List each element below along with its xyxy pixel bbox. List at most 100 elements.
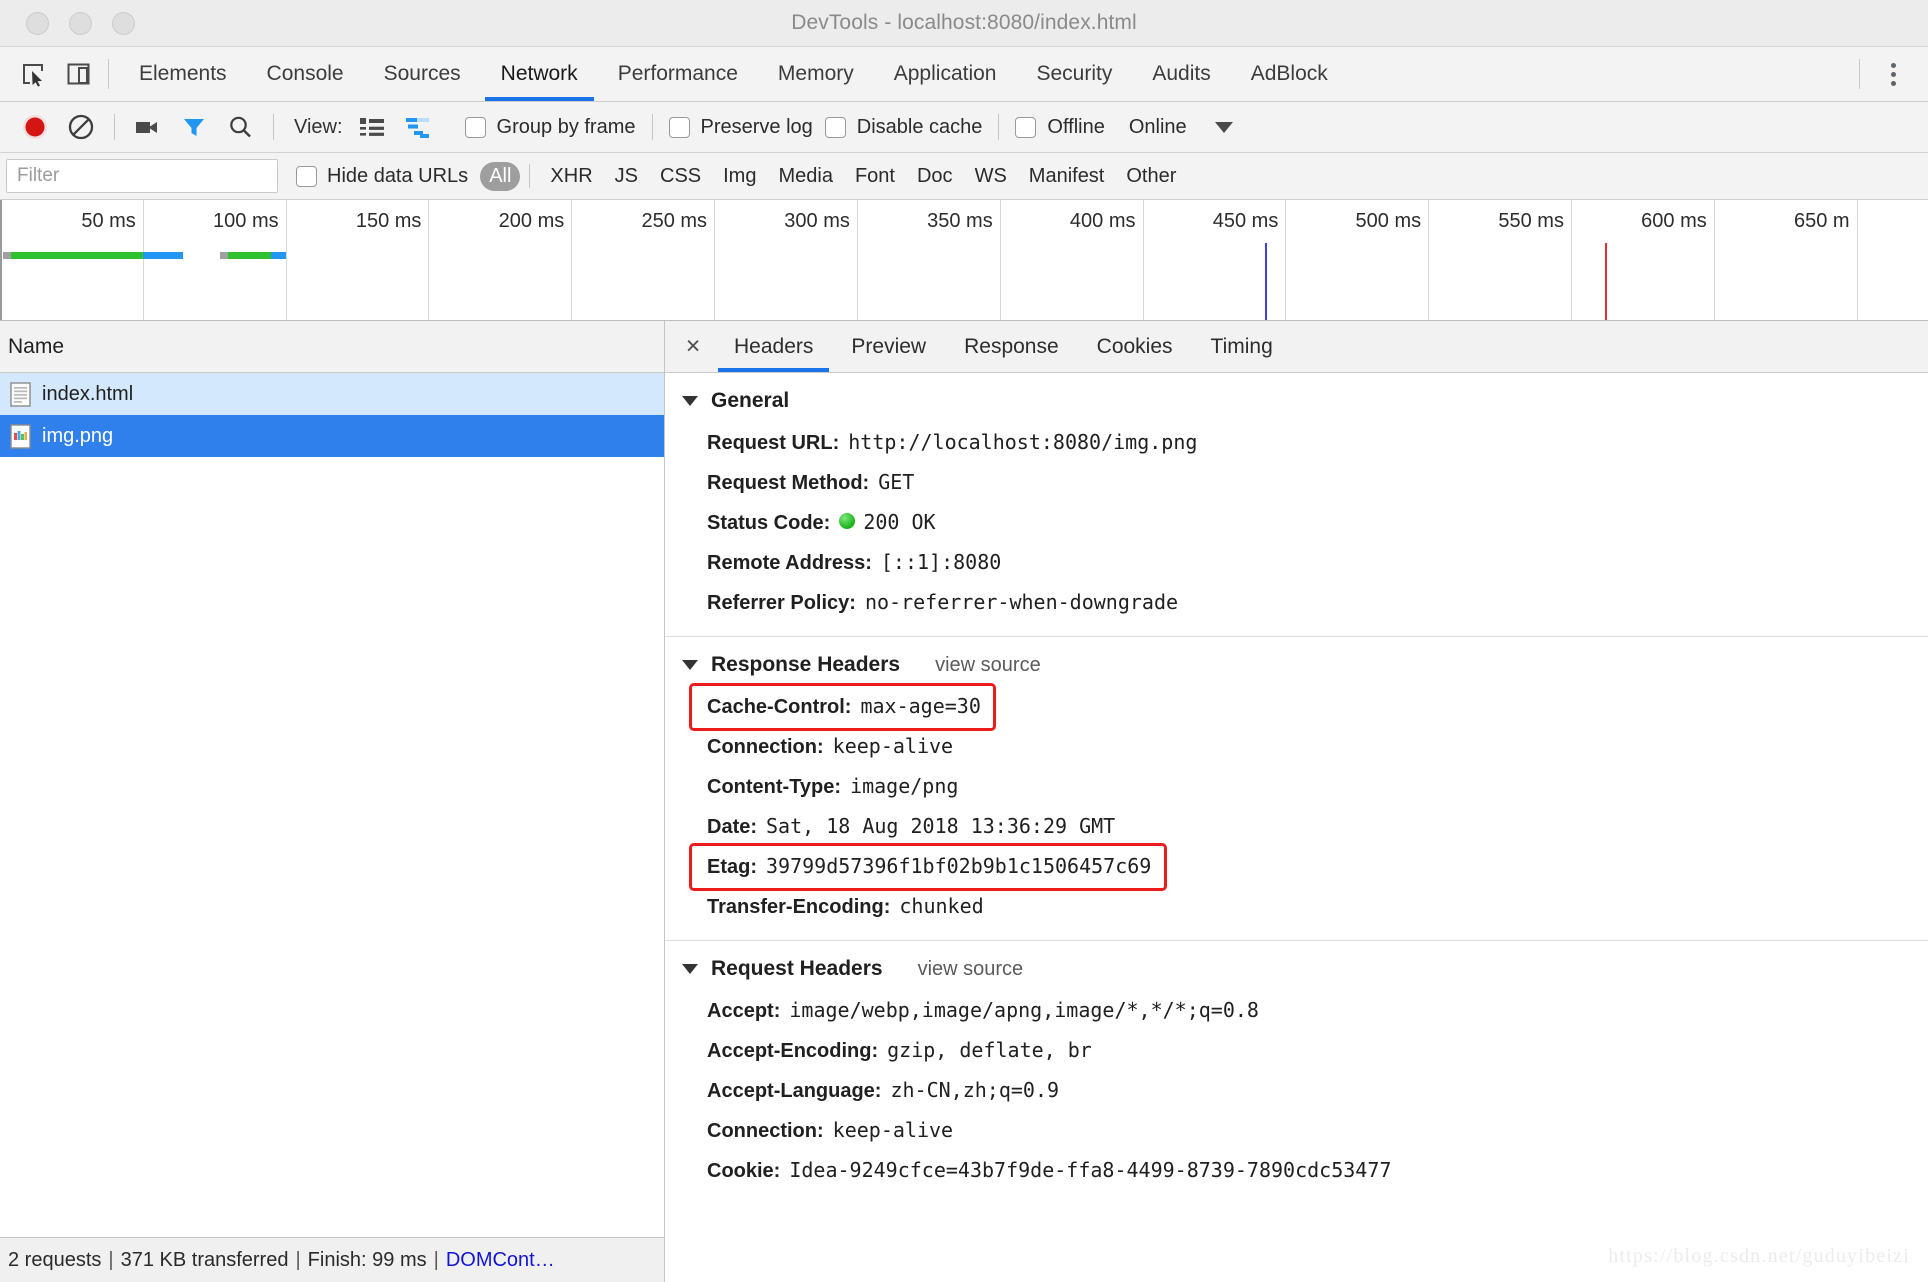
tab-cookies[interactable]: Cookies [1078, 321, 1192, 372]
headers-section: Response Headers view source Cache-Control… [665, 637, 1928, 941]
type-filter-media[interactable]: Media [767, 162, 843, 191]
disable-cache-checkbox[interactable]: Disable cache [819, 116, 989, 139]
tab-preview[interactable]: Preview [832, 321, 945, 372]
offline-checkbox[interactable]: Offline [1009, 116, 1110, 139]
more-options-icon[interactable] [1876, 57, 1910, 91]
overview-tick-label: 500 ms [1355, 210, 1422, 232]
record-icon[interactable] [12, 106, 58, 148]
overview-tick-label: 100 ms [213, 210, 279, 232]
device-toolbar-icon[interactable] [64, 59, 94, 89]
request-row-index-html[interactable]: index.html [0, 373, 664, 415]
preserve-log-checkbox[interactable]: Preserve log [663, 116, 819, 139]
section-header[interactable]: Request Headers view source [665, 941, 1928, 991]
waterfall-view-icon[interactable] [395, 106, 441, 148]
close-window-button[interactable] [26, 11, 49, 35]
type-filter-all[interactable]: All [480, 161, 521, 191]
list-view-icon[interactable] [349, 106, 395, 148]
header-row: Content-Type: image/png [665, 767, 1928, 807]
tab-audits[interactable]: Audits [1132, 47, 1230, 101]
request-row-img-png[interactable]: img.png [0, 415, 664, 457]
tab-response[interactable]: Response [945, 321, 1078, 372]
header-row: Connection: keep-alive [665, 1111, 1928, 1151]
tab-timing[interactable]: Timing [1192, 321, 1292, 372]
type-filter-other[interactable]: Other [1115, 162, 1187, 191]
overview-bar-segment-stalled [219, 252, 229, 259]
column-header-name[interactable]: Name [8, 335, 64, 359]
triangle-down-icon[interactable] [682, 964, 698, 974]
status-separator-3: | [433, 1248, 439, 1271]
group-by-frame-checkbox[interactable]: Group by frame [459, 116, 642, 139]
tab-application[interactable]: Application [874, 47, 1017, 101]
network-overview-chart[interactable]: 50 ms 100 ms 150 ms 200 ms 250 ms 300 ms 350 m… [0, 200, 1928, 321]
tab-elements[interactable]: Elements [119, 47, 247, 101]
throttling-value[interactable]: Online [1111, 116, 1187, 139]
overview-bar-segment-download [271, 252, 286, 259]
section-header[interactable]: General [665, 373, 1928, 423]
tab-headers[interactable]: Headers [715, 321, 832, 372]
header-value: keep-alive [832, 1118, 954, 1142]
triangle-down-icon[interactable] [682, 660, 698, 670]
type-filter-manifest[interactable]: Manifest [1018, 162, 1116, 191]
filter-icon[interactable] [171, 106, 217, 148]
watermark-text: https://blog.csdn.net/guduyibeizi [1608, 1245, 1910, 1267]
minimize-window-button[interactable] [69, 11, 92, 35]
disable-cache-box[interactable] [824, 116, 846, 138]
type-filter-doc[interactable]: Doc [906, 162, 964, 191]
tab-sources[interactable]: Sources [364, 47, 481, 101]
view-source-link[interactable]: view source [913, 654, 1041, 677]
header-value: Sat, 18 Aug 2018 13:36:29 GMT [766, 814, 1116, 838]
view-source-link[interactable]: view source [896, 958, 1024, 981]
overview-gridline [714, 200, 716, 320]
network-status-bar: 2 requests | 371 KB transferred | Finish… [0, 1237, 664, 1282]
tab-adblock[interactable]: AdBlock [1231, 47, 1348, 101]
preserve-log-box[interactable] [668, 116, 690, 138]
header-value: 200 OK [863, 510, 936, 534]
type-filter-js[interactable]: JS [604, 162, 649, 191]
header-row: Request URL: http://localhost:8080/img.pn… [665, 423, 1928, 463]
triangle-down-icon[interactable] [682, 396, 698, 406]
header-value: image/png [850, 774, 959, 798]
chevron-down-icon[interactable] [1214, 121, 1233, 133]
section-title: Response Headers [711, 653, 901, 676]
header-value: 39799d57396f1bf02b9b1c1506457c69 [766, 854, 1152, 878]
header-value: chunked [899, 894, 984, 918]
tab-memory[interactable]: Memory [758, 47, 874, 101]
header-row: Accept-Encoding: gzip, deflate, br [665, 1031, 1928, 1071]
header-value: http://localhost:8080/img.png [848, 430, 1198, 454]
search-icon[interactable] [217, 106, 263, 148]
header-key: Connection: [707, 1120, 824, 1142]
header-value: no-referrer-when-downgrade [864, 590, 1179, 614]
filter-input[interactable]: Filter [6, 159, 278, 193]
offline-label: Offline [1047, 115, 1105, 138]
type-filter-img[interactable]: Img [712, 162, 767, 191]
overview-bar-segment-waiting [11, 252, 143, 259]
hide-data-urls-label: Hide data URLs [327, 164, 469, 187]
tab-performance[interactable]: Performance [598, 47, 758, 101]
clear-icon[interactable] [58, 106, 104, 148]
window-title: DevTools - localhost:8080/index.html [791, 11, 1137, 34]
offline-box[interactable] [1015, 116, 1037, 138]
header-key: Content-Type: [707, 776, 842, 798]
overview-gridline [1570, 200, 1572, 320]
type-filter-xhr[interactable]: XHR [539, 162, 603, 191]
tab-security[interactable]: Security [1016, 47, 1132, 101]
type-filter-css[interactable]: CSS [649, 162, 712, 191]
group-by-frame-box[interactable] [464, 116, 486, 138]
section-header[interactable]: Response Headers view source [665, 637, 1928, 687]
header-key: Connection: [707, 736, 824, 758]
hide-data-urls-checkbox[interactable]: Hide data URLs [296, 165, 468, 188]
inspect-element-icon[interactable] [18, 59, 48, 89]
hide-data-urls-box[interactable] [296, 165, 317, 187]
type-filter-font[interactable]: Font [844, 162, 906, 191]
zoom-window-button[interactable] [112, 11, 135, 35]
overview-tick-label: 150 ms [355, 210, 422, 232]
type-filter-ws[interactable]: WS [964, 162, 1018, 191]
image-file-icon [10, 423, 31, 449]
capture-screenshots-icon[interactable] [125, 106, 171, 148]
close-icon[interactable]: × [671, 321, 715, 372]
status-domcontentloaded[interactable]: DOMCont… [446, 1249, 555, 1272]
toolbar-divider-3 [114, 114, 115, 140]
toolbar-divider-4 [273, 114, 274, 140]
tab-network[interactable]: Network [481, 47, 598, 101]
tab-console[interactable]: Console [247, 47, 364, 101]
